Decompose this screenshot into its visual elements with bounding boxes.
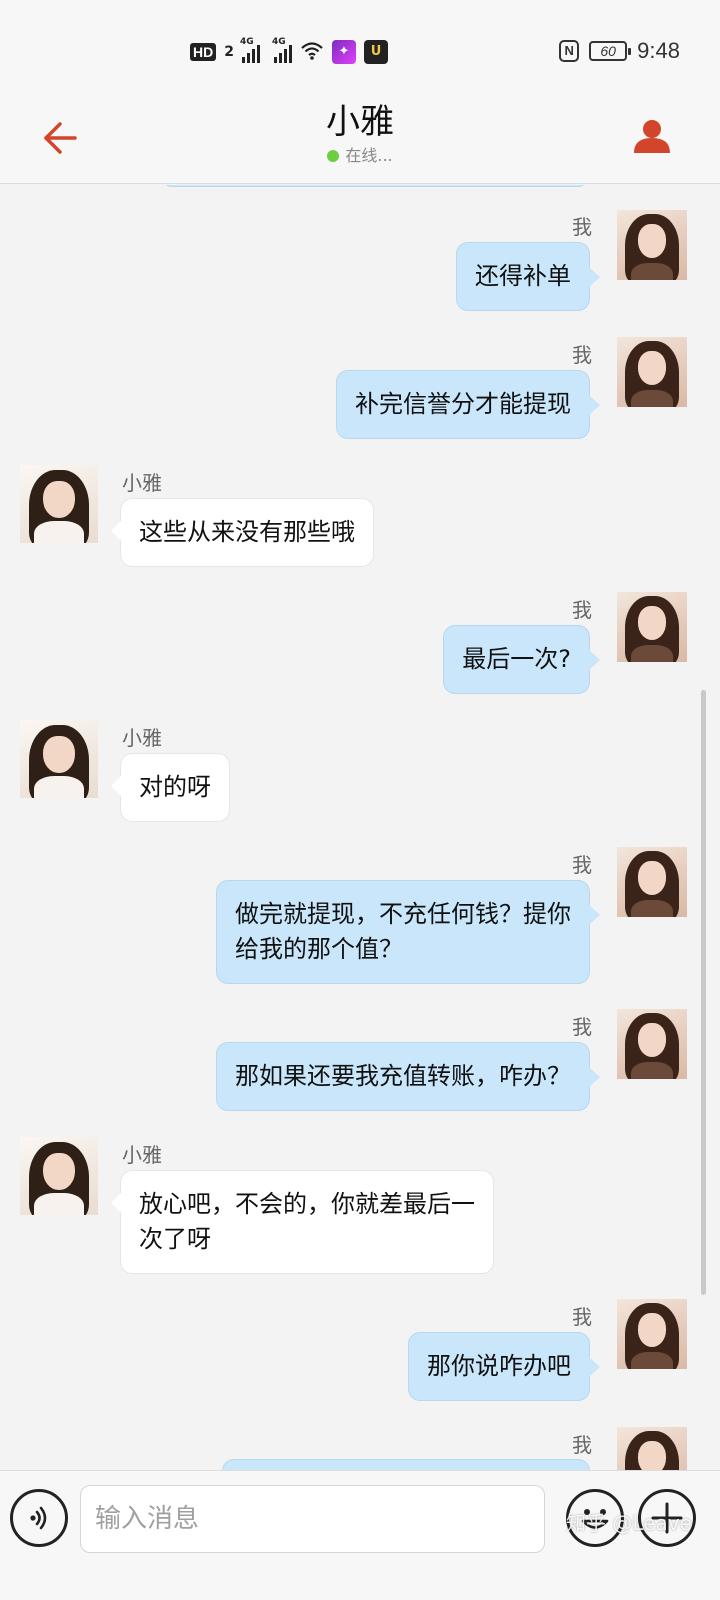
message-list[interactable]: 我 还得补单 我 补完信誉分才能提现 小雅 这些从来没有那些哦 我 最后一次? … — [0, 185, 720, 1470]
signal-icon: 4G — [240, 37, 260, 63]
sender-name: 我 — [572, 598, 592, 622]
message-bubble-outgoing[interactable]: 补完信誉分才能提现 — [336, 370, 600, 439]
message-bubble-outgoing[interactable]: 那如果还要我充值转账，咋办？ — [216, 1042, 600, 1111]
my-avatar[interactable] — [617, 337, 687, 407]
wifi-icon — [300, 41, 324, 64]
sim-number: 2 — [224, 44, 234, 60]
sender-name: 小雅 — [122, 471, 162, 495]
sender-name: 我 — [572, 1015, 592, 1039]
status-indicators-left: HD 2 4G 4G ✦ U — [190, 37, 388, 66]
message-input[interactable] — [80, 1485, 545, 1553]
message-line: 给我的那个值？ — [235, 935, 403, 963]
online-status: 在线... — [0, 146, 720, 166]
message-line: 做完就提现，不充任何钱？提你 — [235, 900, 571, 928]
online-status-text: 在线... — [345, 146, 393, 165]
contact-title: 小雅 — [326, 102, 394, 142]
sender-name: 我 — [572, 215, 592, 239]
my-avatar[interactable] — [617, 1009, 687, 1079]
message-line: 放心吧，不会的，你就差最后一 — [139, 1190, 475, 1218]
battery-icon: 60 — [589, 41, 632, 61]
input-bar: 知乎 @Leave — [0, 1470, 720, 1600]
my-avatar[interactable] — [617, 1427, 687, 1470]
message-bubble-incoming[interactable]: 对的呀 — [111, 753, 230, 822]
contact-avatar[interactable] — [20, 1137, 98, 1215]
hd-voice-badge: HD — [190, 43, 217, 61]
voice-input-button[interactable] — [10, 1489, 68, 1547]
sender-name: 小雅 — [122, 1143, 162, 1167]
sender-name: 小雅 — [122, 726, 162, 750]
voice-icon — [30, 1506, 47, 1530]
my-avatar[interactable] — [617, 210, 687, 280]
message-bubble-outgoing[interactable]: 还得补单 — [456, 242, 600, 311]
message-bubble-outgoing[interactable] — [222, 1459, 590, 1470]
network-type-label: 4G — [239, 37, 254, 47]
clock: 9:48 — [637, 38, 680, 63]
sender-name: 我 — [572, 1433, 592, 1457]
person-icon — [634, 120, 670, 153]
app-notification-icon: ✦ — [331, 40, 356, 64]
status-indicators-right: N 60 9:48 — [559, 36, 680, 66]
message-line: 次了呀 — [139, 1225, 211, 1253]
online-dot-icon — [327, 150, 340, 162]
message-bubble-outgoing[interactable]: 最后一次? — [443, 625, 600, 694]
previous-message-bubble[interactable] — [162, 185, 588, 187]
app-notification-icon: U — [363, 40, 388, 64]
chat-header: 小雅 在线... — [0, 100, 720, 184]
sender-name: 我 — [572, 853, 592, 877]
scrollbar[interactable] — [701, 690, 706, 1295]
contact-profile-button[interactable] — [624, 108, 680, 164]
network-type-label: 4G — [271, 37, 286, 47]
contact-avatar[interactable] — [20, 465, 98, 543]
message-bubble-outgoing[interactable]: 做完就提现，不充任何钱？提你 给我的那个值？ — [216, 880, 600, 984]
watermark: 知乎 @Leave — [566, 1511, 692, 1535]
status-bar: HD 2 4G 4G ✦ U N 60 9:48 — [0, 0, 720, 100]
nfc-icon: N — [559, 40, 580, 62]
message-bubble-incoming[interactable]: 放心吧，不会的，你就差最后一 次了呀 — [111, 1170, 494, 1274]
my-avatar[interactable] — [617, 592, 687, 662]
sender-name: 我 — [572, 1305, 592, 1329]
message-bubble-incoming[interactable]: 这些从来没有那些哦 — [111, 498, 374, 567]
message-bubble-outgoing[interactable]: 那你说咋办吧 — [408, 1332, 600, 1401]
signal-icon: 4G — [272, 37, 292, 63]
my-avatar[interactable] — [617, 1299, 687, 1369]
my-avatar[interactable] — [617, 847, 687, 917]
sender-name: 我 — [572, 343, 592, 367]
contact-avatar[interactable] — [20, 720, 98, 798]
